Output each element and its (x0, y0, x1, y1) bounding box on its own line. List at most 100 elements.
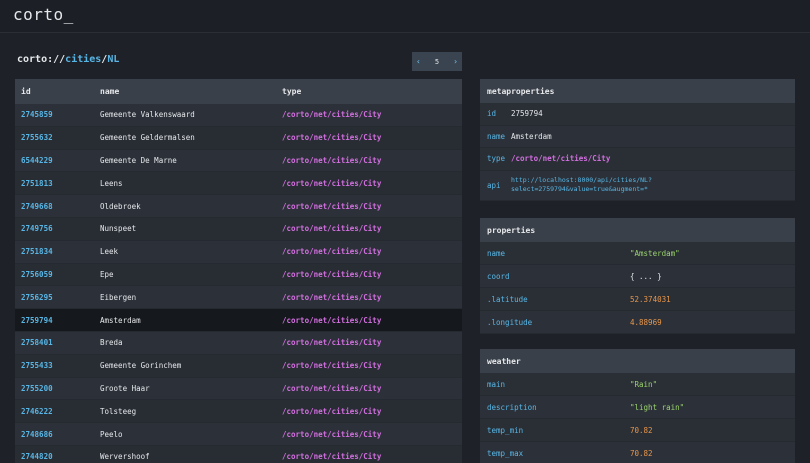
app-logo[interactable]: corto_ (13, 5, 74, 24)
meta-value: Amsterdam (511, 131, 552, 141)
table-row[interactable]: 2756295 Eibergen/corto/net/cities/City (15, 286, 462, 310)
weather-title: weather (480, 349, 795, 373)
cell-name: Leek (100, 247, 119, 257)
cell-id: 2755433 (21, 361, 53, 371)
cell-name: Tolsteeg (100, 406, 137, 416)
cell-type: /corto/net/cities/City (282, 155, 382, 165)
table-row[interactable]: 2755632 Gemeente Geldermalsen/corto/net/c… (15, 126, 462, 150)
cell-type: /corto/net/cities/City (282, 201, 382, 211)
properties-value: 52.374031 (630, 294, 671, 304)
meta-key: id (487, 109, 497, 119)
breadcrumb-root[interactable]: corto:// (17, 54, 65, 65)
properties-row: .longitude 4.88969 (480, 311, 795, 334)
cell-id: 2749756 (21, 224, 53, 234)
meta-row-api: api http://localhost:8000/api/cities/NL? s… (480, 170, 795, 201)
meta-value-link[interactable]: /corto/net/cities/City (511, 154, 610, 163)
properties-key: .latitude (487, 294, 528, 304)
top-bar (0, 0, 810, 33)
properties-row: .latitude 52.374031 (480, 288, 795, 311)
metaproperties-title: metaproperties (480, 79, 795, 103)
weather-row: main "Rain" (480, 373, 795, 396)
cell-type: /corto/net/cities/City (282, 452, 382, 462)
cell-type: /corto/net/cities/City (282, 315, 382, 325)
metaproperties-panel: metaproperties id 2759794 name Amsterdam t… (480, 79, 795, 201)
table-header: id name type (15, 79, 462, 104)
cell-id: 2746222 (21, 406, 53, 416)
column-header-name[interactable]: name (94, 87, 276, 96)
properties-title: properties (480, 218, 795, 242)
properties-row: name "Amsterdam" (480, 242, 795, 265)
table-body: 2745859 Gemeente Valkenswaard/corto/net/c… (15, 104, 462, 463)
table-row[interactable]: 2749668 Oldebroek/corto/net/cities/City (15, 195, 462, 218)
cell-name: Nunspeet (100, 224, 137, 234)
meta-row-id: id 2759794 (480, 103, 795, 126)
table-row[interactable]: 2756059 Epe/corto/net/cities/City (15, 263, 462, 287)
meta-key: name (487, 131, 506, 141)
cell-id: 2755200 (21, 383, 53, 393)
cell-type: /corto/net/cities/City (282, 224, 382, 234)
cell-name: Eibergen (100, 292, 137, 302)
breadcrumb-nl[interactable]: NL (107, 54, 119, 65)
cell-name: Gemeente Geldermalsen (100, 133, 195, 143)
properties-value: 4.88969 (630, 317, 662, 327)
breadcrumb-cities[interactable]: cities (65, 54, 101, 65)
page-number: 5 (434, 57, 440, 66)
cell-name: Peelo (100, 429, 123, 439)
cities-table: id name type 2745859 Gemeente Valkenswaar… (15, 79, 462, 463)
meta-row-type: type/corto/net/cities/City (480, 148, 795, 171)
weather-row: description "light rain" (480, 396, 795, 419)
weather-key: temp_min (487, 425, 524, 435)
table-row[interactable]: 2758401 Breda/corto/net/cities/City (15, 331, 462, 355)
cell-id: 2755632 (21, 133, 53, 143)
table-row[interactable]: 2751813 Leens/corto/net/cities/City (15, 172, 462, 196)
column-header-id[interactable]: id (15, 87, 94, 96)
prev-page-icon[interactable]: ‹ (416, 57, 421, 66)
properties-panel: properties name "Amsterdam" coord { ... } .l… (480, 218, 795, 334)
properties-value[interactable]: { ... } (630, 272, 662, 281)
cell-id: 2751813 (21, 178, 53, 188)
cell-type: /corto/net/cities/City (282, 178, 382, 188)
cell-name: Gemeente De Marne (100, 155, 177, 165)
cell-id: 2756059 (21, 269, 53, 279)
pager: ‹ 5 › (412, 52, 462, 71)
cell-id: 2751834 (21, 247, 53, 257)
cell-name: Gemeente Gorinchem (100, 361, 182, 371)
properties-body: name "Amsterdam" coord { ... } .latitude 52.3… (480, 242, 795, 334)
cell-name: Leens (100, 178, 123, 188)
cell-id: 2756295 (21, 292, 53, 302)
weather-value: 70.82 (630, 448, 653, 458)
breadcrumb: corto://cities/NL (17, 54, 119, 65)
properties-row: coord { ... } (480, 265, 795, 288)
table-row[interactable]: 2746222 Tolsteeg/corto/net/cities/City (15, 400, 462, 424)
meta-value: 2759794 (511, 109, 543, 119)
meta-key: type (487, 154, 506, 164)
cell-id: 2759794 (21, 315, 53, 325)
weather-row: temp_max 70.82 (480, 442, 795, 463)
api-link-line[interactable]: select=2759794&value=true&augment=* (511, 185, 648, 193)
cell-name: Oldebroek (100, 201, 141, 211)
meta-key: api (487, 180, 501, 190)
api-link[interactable]: http://localhost:8000/api/cities/NL? sele… (511, 176, 652, 194)
next-page-icon[interactable]: › (453, 57, 458, 66)
table-row[interactable]: 2744820 Wervershoof/corto/net/cities/City (15, 445, 462, 463)
cell-type: /corto/net/cities/City (282, 338, 382, 348)
table-row[interactable]: 2755200 Groote Haar/corto/net/cities/City (15, 377, 462, 401)
table-row[interactable]: 2751834 Leek/corto/net/cities/City (15, 240, 462, 264)
table-row[interactable]: 2749756 Nunspeet/corto/net/cities/City (15, 217, 462, 241)
column-header-type[interactable]: type (276, 87, 462, 96)
table-row[interactable]: 2745859 Gemeente Valkenswaard/corto/net/c… (15, 104, 462, 127)
cell-type: /corto/net/cities/City (282, 406, 382, 416)
cell-id: 2744820 (21, 452, 53, 462)
cell-type: /corto/net/cities/City (282, 429, 382, 439)
table-row[interactable]: 6544229 Gemeente De Marne/corto/net/citie… (15, 149, 462, 173)
cell-name: Gemeente Valkenswaard (100, 110, 195, 120)
table-row[interactable]: 2748686 Peelo/corto/net/cities/City (15, 423, 462, 446)
api-link-line[interactable]: http://localhost:8000/api/cities/NL? (511, 176, 652, 184)
cell-id: 2758401 (21, 338, 53, 348)
properties-key: coord (487, 271, 510, 281)
table-row[interactable]: 2755433 Gemeente Gorinchem/corto/net/citi… (15, 354, 462, 378)
table-row[interactable]: 2759794 Amsterdam/corto/net/cities/City (15, 309, 462, 332)
weather-value: "Rain" (630, 379, 658, 389)
cell-name: Epe (100, 269, 114, 279)
cell-type: /corto/net/cities/City (282, 110, 382, 120)
